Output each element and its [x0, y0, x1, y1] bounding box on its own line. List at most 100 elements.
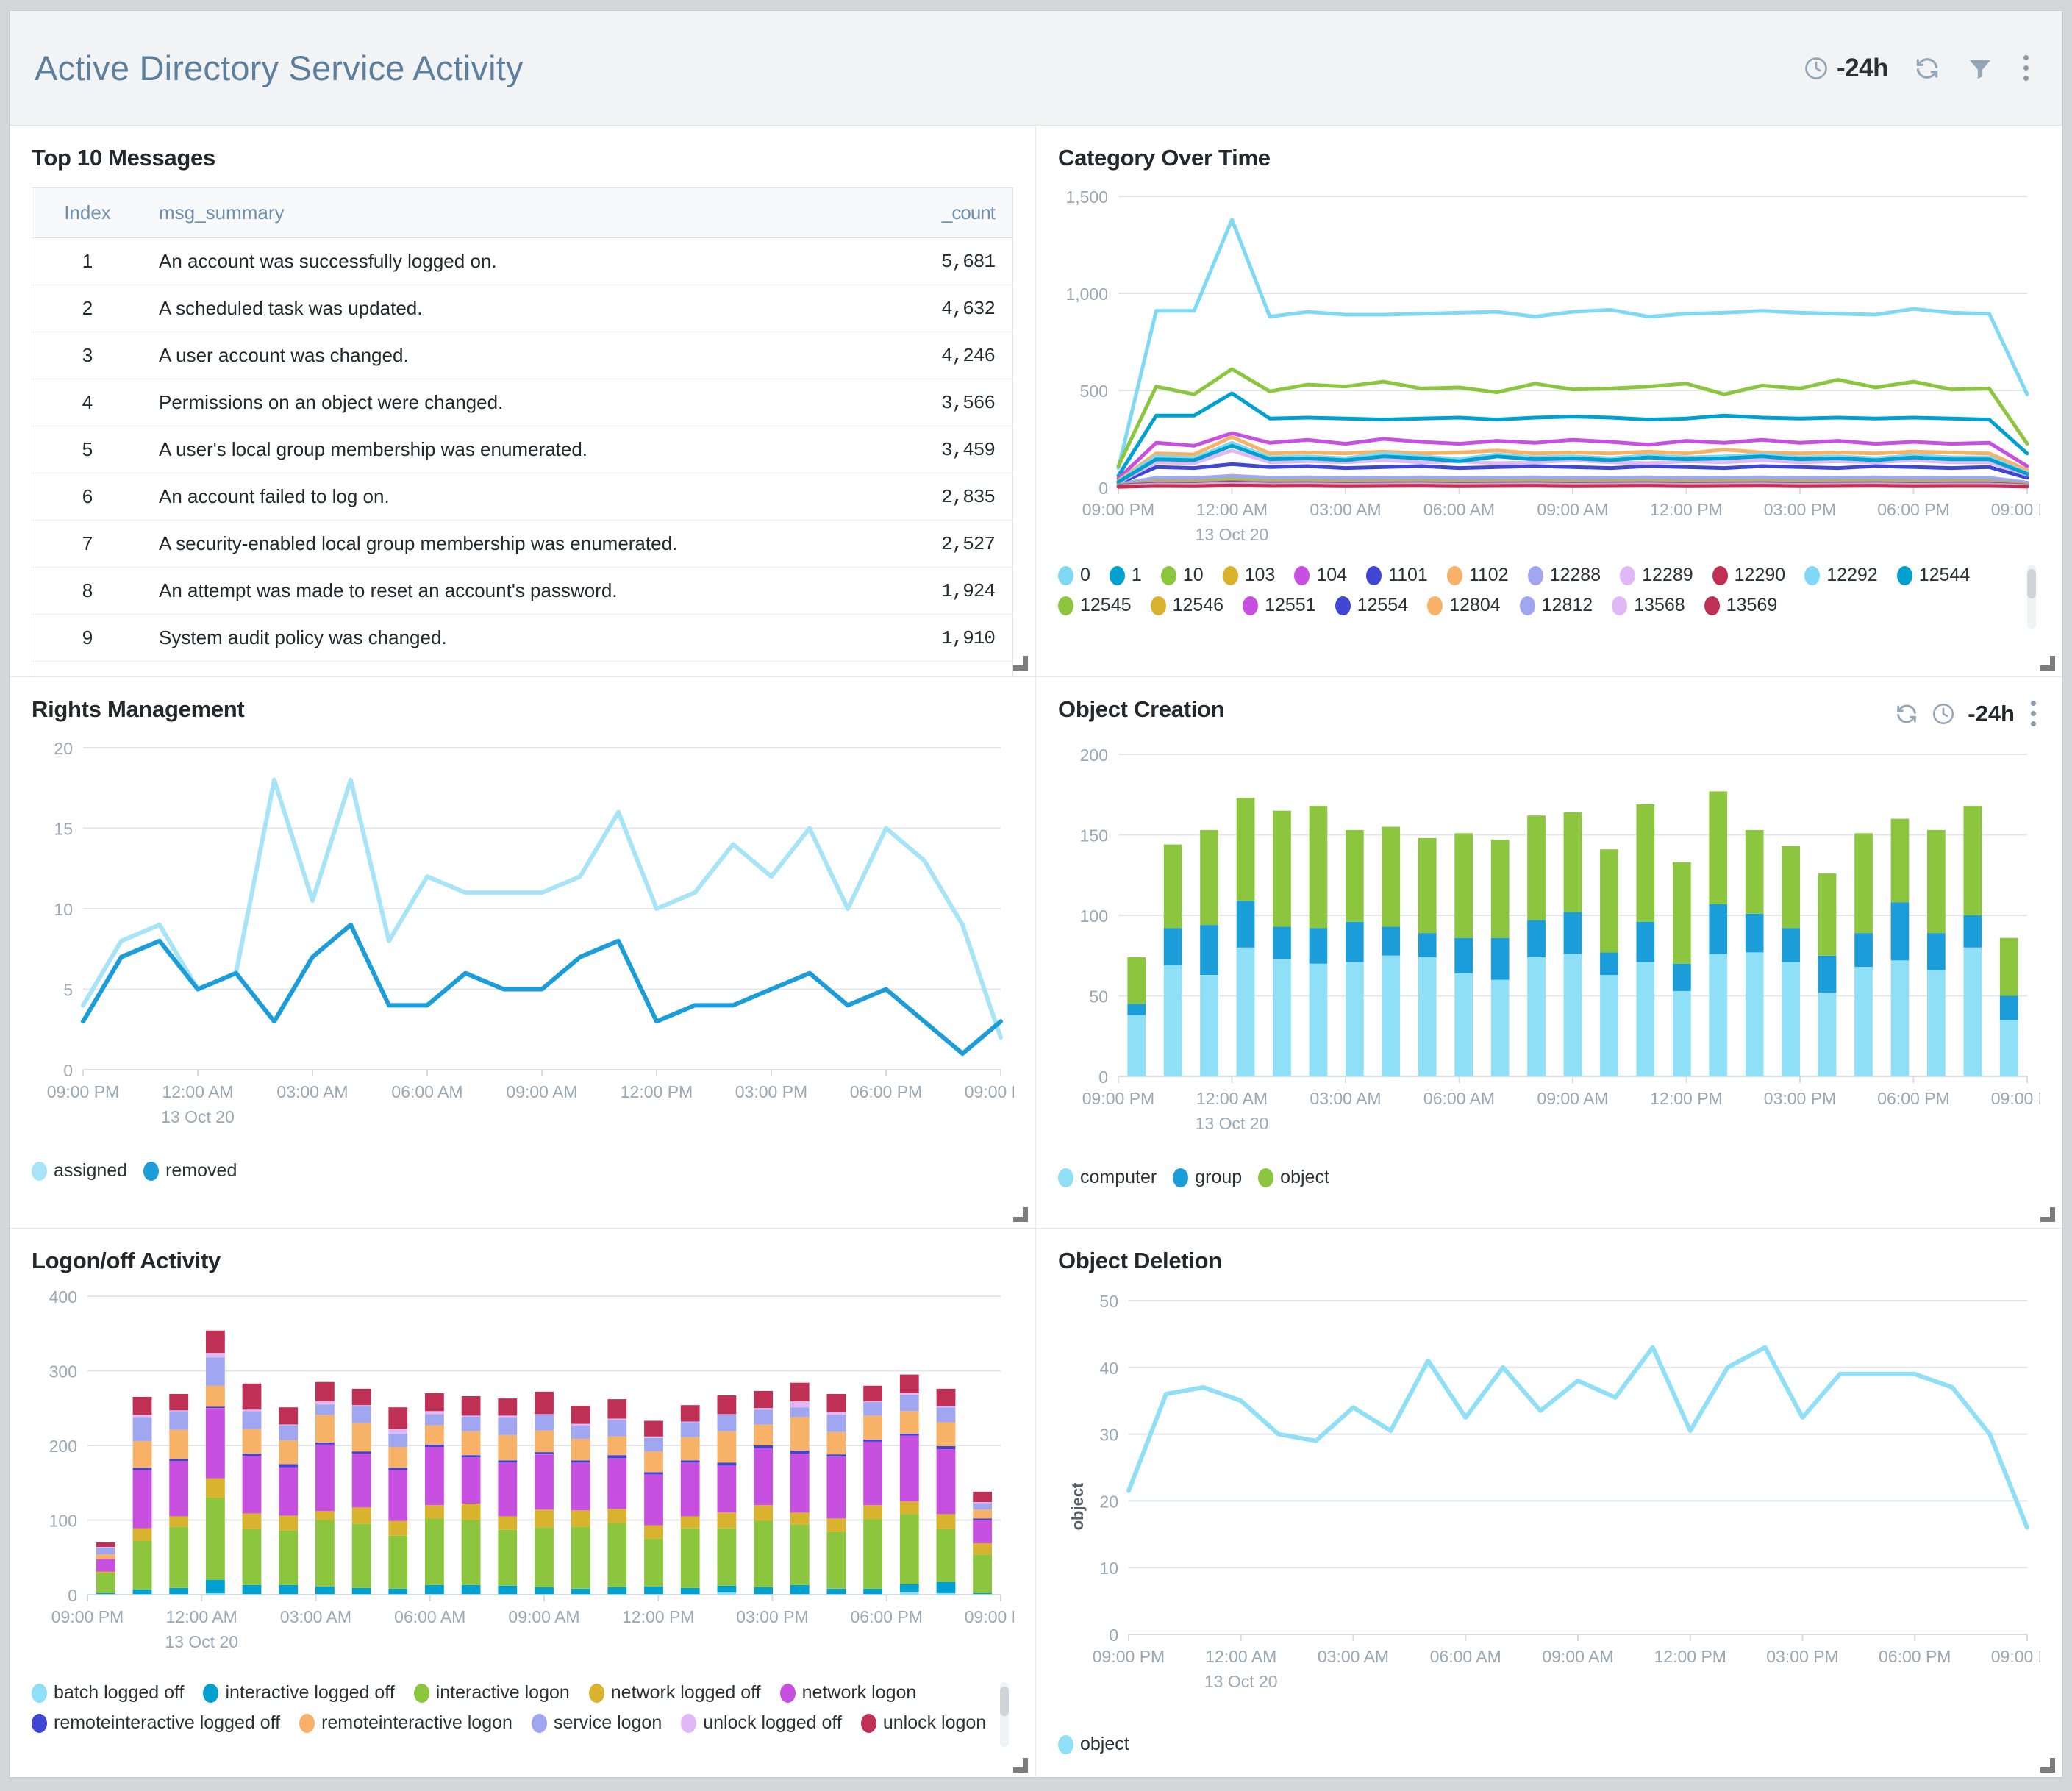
panel-resize-handle[interactable]: [1012, 1756, 1028, 1773]
svg-text:1,000: 1,000: [1065, 285, 1108, 304]
table-row[interactable]: 7A security-enabled local group membersh…: [32, 520, 1012, 568]
svg-text:09:00 AM: 09:00 AM: [508, 1607, 579, 1626]
table-row[interactable]: 4 Permissions on an object were changed. 3…: [32, 379, 1012, 426]
table-row[interactable]: 2A scheduled task was updated. 4,632: [32, 285, 1012, 332]
legend-item[interactable]: 12554: [1335, 595, 1408, 616]
legend-item[interactable]: object: [1058, 1734, 1129, 1755]
legend-item[interactable]: 13569: [1704, 595, 1777, 616]
legend-item[interactable]: remoteinteractive logged off: [32, 1712, 280, 1734]
kebab-menu-icon[interactable]: [2026, 698, 2040, 729]
table-row[interactable]: 8 An attempt was made to reset an account…: [32, 567, 1012, 615]
legend-item[interactable]: 12545: [1058, 595, 1132, 616]
legend-item[interactable]: interactive logged off: [203, 1682, 395, 1704]
legend-object-deletion[interactable]: object: [1058, 1734, 2040, 1755]
filter-icon[interactable]: [1966, 54, 1994, 82]
legend-logon-activity[interactable]: batch logged off interactive logged off in…: [32, 1682, 1013, 1734]
legend-item[interactable]: object: [1258, 1167, 1329, 1188]
legend-color-swatch: [413, 1683, 429, 1703]
legend-color-swatch: [1335, 596, 1351, 615]
legend-item[interactable]: service logon: [531, 1712, 662, 1734]
legend-item[interactable]: 12804: [1427, 595, 1501, 616]
legend-item[interactable]: 12546: [1150, 595, 1223, 616]
svg-text:06:00 PM: 06:00 PM: [1877, 1089, 1949, 1108]
legend-category-over-time[interactable]: 0 1 10 103 104 1101 1102 12288 12289 12290 12292 12…: [1058, 565, 2040, 616]
chart-logon-activity[interactable]: 0 100 200 300 400 09:00 PM 12:00 AM 13 Oct 20 03…: [32, 1286, 1037, 1672]
legend-item[interactable]: computer: [1058, 1167, 1157, 1188]
svg-text:12:00 AM: 12:00 AM: [1205, 1647, 1276, 1666]
time-range-button[interactable]: -24h: [1803, 54, 1888, 83]
legend-item[interactable]: unlock logon: [860, 1712, 986, 1734]
legend-item[interactable]: 1101: [1366, 565, 1428, 586]
svg-text:03:00 AM: 03:00 AM: [280, 1607, 351, 1626]
panel-resize-handle[interactable]: [1012, 654, 1028, 671]
panel-time-range-label[interactable]: -24h: [1968, 701, 2015, 727]
legend-item[interactable]: 13568: [1612, 595, 1685, 616]
legend-item[interactable]: 1: [1109, 565, 1142, 586]
svg-text:20: 20: [1099, 1492, 1118, 1511]
cell-msg-summary: An account was successfully logged on.: [143, 237, 829, 285]
table-row[interactable]: 5A user's local group membership was enu…: [32, 426, 1012, 473]
legend-scrollbar[interactable]: [2027, 565, 2036, 629]
svg-text:06:00 AM: 06:00 AM: [391, 1082, 462, 1101]
legend-item[interactable]: unlock logged off: [681, 1712, 842, 1734]
legend-item[interactable]: network logged off: [588, 1682, 761, 1704]
legend-item[interactable]: 12544: [1896, 565, 1970, 586]
time-range-label: -24h: [1837, 53, 1888, 82]
clock-icon[interactable]: [1931, 701, 1956, 726]
chart-category-over-time[interactable]: 0 500 1,000 1,500 09:00 PM 12:00 AM 13 Oct 20 0…: [1058, 183, 2062, 554]
column-header-count[interactable]: _count: [829, 188, 1012, 238]
legend-item[interactable]: 12288: [1527, 565, 1601, 586]
legend-item[interactable]: 1102: [1446, 565, 1509, 586]
panel-resize-handle[interactable]: [1012, 1206, 1028, 1222]
refresh-icon[interactable]: [1913, 54, 1941, 82]
svg-text:09:00 PM: 09:00 PM: [965, 1082, 1014, 1101]
chart-object-creation[interactable]: 0 50 100 150 200 09:00 PM 12:00 AM 13 Oct 20 03:…: [1058, 741, 2062, 1157]
chart-rights-management[interactable]: 0 5 10 15 20 09:00 PM 12:00 AM 13 Oct 20 03:00 A…: [32, 734, 1037, 1150]
table-row[interactable]: 3A user account was changed. 4,246: [32, 332, 1012, 379]
legend-item[interactable]: interactive logon: [413, 1682, 570, 1704]
legend-label: 103: [1244, 565, 1276, 585]
legend-item[interactable]: batch logged off: [32, 1682, 184, 1704]
messages-table-wrapper: Index msg_summary _count 1 An account was…: [32, 187, 1013, 747]
header-actions: -24h: [1803, 52, 2033, 84]
svg-text:06:00 PM: 06:00 PM: [1877, 500, 1949, 519]
svg-text:12:00 PM: 12:00 PM: [621, 1082, 693, 1101]
legend-item[interactable]: 12290: [1712, 565, 1785, 586]
table-row[interactable]: 9 System audit policy was changed. 1,910: [32, 614, 1012, 662]
legend-object-creation[interactable]: computer group object: [1058, 1167, 2040, 1188]
panel-resize-handle[interactable]: [2039, 1756, 2055, 1773]
legend-label: unlock logged off: [703, 1712, 842, 1733]
legend-item[interactable]: 0: [1058, 565, 1090, 586]
legend-rights-management[interactable]: assigned removed: [32, 1160, 1013, 1182]
legend-item[interactable]: assigned: [32, 1160, 127, 1182]
kebab-menu-icon[interactable]: [2019, 52, 2033, 84]
legend-item[interactable]: group: [1173, 1167, 1242, 1188]
column-header-index[interactable]: Index: [32, 188, 143, 238]
table-row[interactable]: 1 An account was successfully logged on. 5…: [32, 237, 1012, 285]
legend-item[interactable]: 104: [1294, 565, 1347, 586]
svg-text:12:00 AM: 12:00 AM: [162, 1082, 233, 1101]
table-row[interactable]: 6 An account failed to log on. 2,835: [32, 473, 1012, 521]
legend-item[interactable]: 12292: [1804, 565, 1878, 586]
panel-logon-activity: Logon/off Activity 0 100 200 300 400 09:00 PM…: [10, 1229, 1037, 1777]
panel-title-logon-activity: Logon/off Activity: [32, 1248, 221, 1273]
panel-title-rights-management: Rights Management: [32, 696, 245, 722]
legend-color-swatch: [1804, 565, 1821, 585]
panel-resize-handle[interactable]: [2039, 654, 2055, 671]
refresh-icon[interactable]: [1894, 701, 1919, 726]
legend-item[interactable]: 10: [1160, 565, 1204, 586]
legend-item[interactable]: network logon: [779, 1682, 916, 1704]
legend-item[interactable]: remoteinteractive logon: [299, 1712, 512, 1734]
legend-color-swatch: [1150, 596, 1166, 615]
chart-object-deletion[interactable]: 0 10 20 30 40 50 09:00 PM 12:00 AM 13 Oct 20 03:0…: [1058, 1286, 2062, 1723]
legend-label: remoteinteractive logged off: [54, 1712, 281, 1733]
legend-label: object: [1280, 1167, 1329, 1187]
panel-resize-handle[interactable]: [2039, 1206, 2055, 1222]
column-header-msg-summary[interactable]: msg_summary: [143, 188, 829, 238]
legend-item[interactable]: removed: [143, 1160, 237, 1182]
legend-item[interactable]: 12551: [1243, 595, 1316, 616]
legend-item[interactable]: 103: [1222, 565, 1276, 586]
legend-item[interactable]: 12289: [1620, 565, 1693, 586]
legend-item[interactable]: 12812: [1519, 595, 1593, 616]
legend-scrollbar[interactable]: [1000, 1682, 1009, 1747]
